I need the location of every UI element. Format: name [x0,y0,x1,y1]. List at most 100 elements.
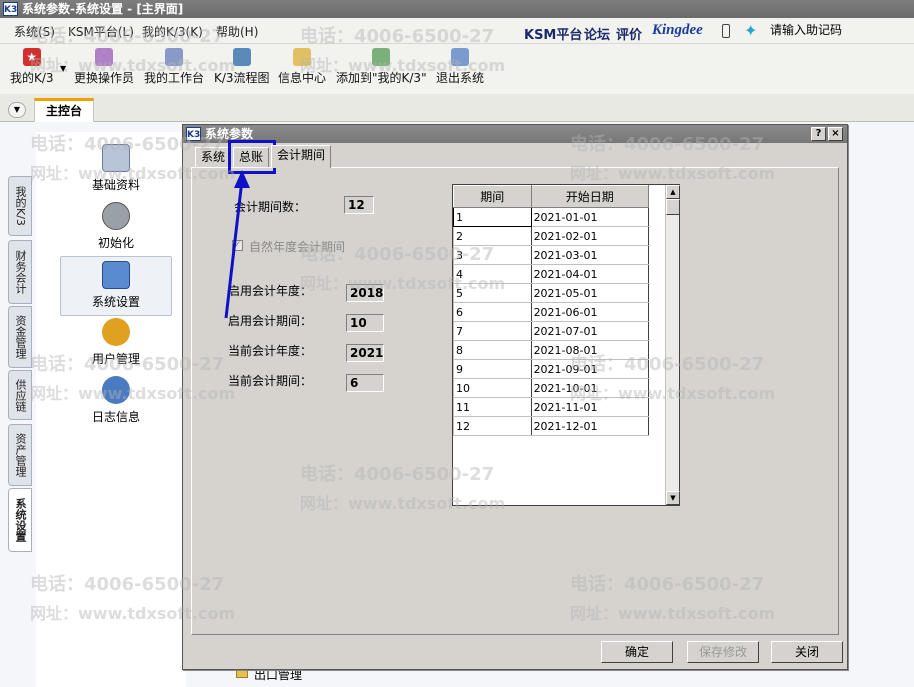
table-row[interactable]: 6 2021-06-01 [453,302,650,322]
dialog-titlebar: K3 系统参数 ? × [183,125,847,143]
period-count-field[interactable]: 12 [344,196,374,214]
table-row[interactable]: 12 2021-12-01 [453,416,650,436]
link-forum[interactable]: 论坛 [584,24,610,43]
table-row[interactable]: 3 2021-03-01 [453,245,650,265]
my-k3-button[interactable]: ★ 我的K/3 [10,48,54,86]
tab-main-console[interactable]: 主控台 [34,98,94,122]
menu-my-k3[interactable]: 我的K/3(K) [142,23,203,40]
cell-start-date[interactable]: 2021-02-01 [530,226,650,246]
tab-accounting-period[interactable]: 会计期间 [271,145,332,168]
current-year-field[interactable]: 2021 [346,344,384,362]
nav-log-info[interactable]: 日志信息 [60,376,172,428]
dialog-close-icon[interactable]: × [828,127,843,141]
vtab-supply-chain[interactable]: 供应链 [8,370,32,420]
tab-system[interactable]: 系统 [195,147,232,167]
cell-period[interactable]: 7 [453,321,532,341]
table-row[interactable]: 4 2021-04-01 [453,264,650,284]
cell-period[interactable]: 11 [453,397,532,417]
dropdown-icon[interactable]: ▼ [60,64,66,73]
ok-button[interactable]: 确定 [601,641,673,663]
cell-start-date[interactable]: 2021-05-01 [530,283,650,303]
cell-start-date[interactable]: 2021-08-01 [530,340,650,360]
cell-start-date[interactable]: 2021-06-01 [530,302,650,322]
start-year-field[interactable]: 2018 [346,284,384,302]
table-row[interactable]: 8 2021-08-01 [453,340,650,360]
start-period-field[interactable]: 10 [346,314,384,332]
left-nav-panel: 基础资料 初始化 系统设置 用户管理 日志信息 [36,132,186,687]
init-icon [102,202,130,230]
menu-help[interactable]: 帮助(H) [216,23,258,40]
cell-start-date[interactable]: 2021-01-01 [530,207,650,227]
cell-start-date[interactable]: 2021-04-01 [530,264,650,284]
cell-start-date[interactable]: 2021-03-01 [530,245,650,265]
cell-period[interactable]: 2 [453,226,532,246]
table-row[interactable]: 1 2021-01-01 [453,207,650,227]
cell-period[interactable]: 1 [453,207,532,227]
my-workbench-button[interactable]: 我的工作台 [144,48,204,86]
cell-start-date[interactable]: 2021-07-01 [530,321,650,341]
scroll-up-icon[interactable]: ▲ [666,185,680,199]
cell-start-date[interactable]: 2021-11-01 [530,397,650,417]
cell-period[interactable]: 4 [453,264,532,284]
cell-start-date[interactable]: 2021-09-01 [530,359,650,379]
nav-basic-data[interactable]: 基础资料 [60,144,172,196]
my-workbench-label: 我的工作台 [144,71,205,85]
system-settings-icon [102,261,130,289]
switch-operator-button[interactable]: 更换操作员 [74,48,134,86]
mnemonic-search-input[interactable]: 请输入助记码 [770,21,900,41]
cell-period[interactable]: 12 [453,416,532,436]
nav-init[interactable]: 初始化 [60,202,172,256]
exit-icon [451,48,469,66]
vtab-my-k3[interactable]: 我的K/3 [8,176,32,236]
help-button[interactable]: ? [811,127,826,141]
link-review[interactable]: 评价 [616,24,642,43]
vtab-system-settings[interactable]: 系统设置 [8,488,32,552]
flow-icon [232,48,251,66]
kingdee-logo: Kingdee [652,22,703,38]
link-ksm[interactable]: KSM平台 [524,24,582,43]
cell-period[interactable]: 3 [453,245,532,265]
dialog-title: 系统参数 [205,127,254,141]
exit-system-button[interactable]: 退出系统 [436,48,484,86]
nav-user-management[interactable]: 用户管理 [60,318,172,370]
cell-start-date[interactable]: 2021-12-01 [530,416,650,436]
cell-period[interactable]: 6 [453,302,532,322]
scroll-thumb[interactable] [666,199,680,215]
table-row[interactable]: 9 2021-09-01 [453,359,650,379]
nav-system-settings[interactable]: 系统设置 [60,256,172,316]
tab-page-accounting-period: 会计期间数： 12 ✓ 自然年度会计期间 启用会计年度： 2018 启用会计期间… [191,167,839,635]
annotation-arrow-icon [224,170,250,319]
period-grid: 期间 开始日期 1 2021-01-01 2 2021-02-01 3 2021-03… [452,184,680,506]
vtab-asset[interactable]: 资产管理 [8,424,32,486]
cell-start-date[interactable]: 2021-10-01 [530,378,650,398]
tab-list-dropdown-icon[interactable]: ▼ [8,102,26,118]
table-row[interactable]: 11 2021-11-01 [453,397,650,417]
nav-user-management-label: 用户管理 [91,352,140,366]
cell-period[interactable]: 8 [453,340,532,360]
cell-period[interactable]: 5 [453,283,532,303]
current-period-field[interactable]: 6 [346,374,384,392]
grid-header-row: 期间 开始日期 [453,185,650,208]
add-to-my-k3-label: 添加到"我的K/3" [336,71,427,85]
add-icon [372,48,391,66]
table-row[interactable]: 10 2021-10-01 [453,378,650,398]
menu-system[interactable]: 系统(S) [14,23,55,40]
user-management-icon [102,318,130,346]
table-row[interactable]: 5 2021-05-01 [453,283,650,303]
table-row[interactable]: 2 2021-02-01 [453,226,650,246]
grid-scrollbar[interactable]: ▲ ▼ [665,185,680,505]
table-row[interactable]: 7 2021-07-01 [453,321,650,341]
col-header-period[interactable]: 期间 [453,185,532,208]
close-button[interactable]: 关闭 [771,641,843,663]
menu-ksm[interactable]: KSM平台(L) [68,23,134,40]
vtab-finance[interactable]: 财务会计 [8,240,32,304]
cell-period[interactable]: 9 [453,359,532,379]
info-center-button[interactable]: 信息中心 [278,48,326,86]
scroll-down-icon[interactable]: ▼ [666,491,680,505]
save-changes-button[interactable]: 保存修改 [687,641,759,663]
k3-flowchart-button[interactable]: K/3流程图 [214,48,270,86]
add-to-my-k3-button[interactable]: 添加到"我的K/3" [336,48,427,86]
cell-period[interactable]: 10 [453,378,532,398]
vtab-fund[interactable]: 资金管理 [8,306,32,368]
col-header-start-date[interactable]: 开始日期 [530,185,650,208]
